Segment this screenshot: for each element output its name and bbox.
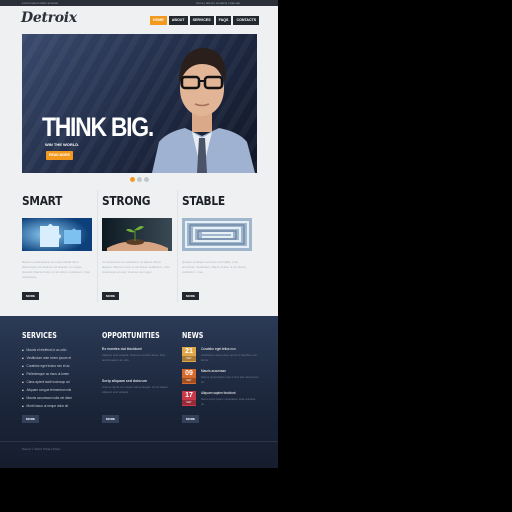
top-bar-left-text: Lorem ipsum dolor sit amet [22, 1, 59, 5]
news-item: 17 MAY Aliquam sapien tincidunt Nemo eni… [182, 391, 262, 407]
footer-opportunities: OPPORTUNITIES Ex montes dui tincidunt Al… [102, 331, 174, 394]
opportunity-item: Ex montes dui tincidunt Aliquam erat vol… [102, 347, 172, 363]
feature-title: STABLE [182, 193, 225, 208]
logo[interactable]: Detroix [21, 10, 77, 26]
news-item: 21 MAY Curabitur eget tellus non Vestibu… [182, 347, 262, 363]
news-date-badge: 09 MAY [182, 369, 196, 384]
slider-dot-3[interactable] [144, 177, 149, 182]
services-link[interactable]: Vestibulum ante lorem ipsum et [22, 354, 84, 362]
services-more-button[interactable]: MORE [22, 415, 39, 423]
services-link[interactable]: Morbi lacus ut neque dolor sit [22, 402, 84, 410]
feature-title: STRONG [102, 193, 151, 208]
opportunity-heading[interactable]: Scrip aliquam sed dolorum [102, 379, 172, 383]
news-month: MAY [182, 378, 196, 383]
nav-contacts[interactable]: Contacts [233, 16, 260, 25]
footer-opportunities-title: OPPORTUNITIES [102, 331, 160, 340]
news-heading[interactable]: Aliquam sapien tincidunt [201, 391, 236, 395]
page: Lorem ipsum dolor sit amet home | about … [0, 0, 278, 468]
top-bar-links[interactable]: home | about | contacts | sitemap [196, 1, 240, 5]
slider-dot-1[interactable] [130, 177, 135, 182]
slider-pagination [130, 177, 149, 182]
feature-smart: SMART Mauris et pellentesque ac neque bl… [22, 193, 94, 279]
feature-text: Ut consectetur leo vestibulum vel alique… [102, 260, 170, 274]
news-date-badge: 21 MAY [182, 347, 196, 362]
maze-image [182, 218, 252, 251]
strong-more-button[interactable]: MORE [102, 292, 119, 300]
opportunity-text: Cras ac ligula nec neque varius feugiat.… [102, 385, 169, 394]
main-nav: Home About Services Faqs Contacts [150, 16, 260, 25]
feature-strong: STRONG Ut consectetur leo vestibulum vel… [102, 193, 174, 274]
news-date-badge: 17 MAY [182, 391, 196, 406]
smart-more-button[interactable]: MORE [22, 292, 39, 300]
news-month: MAY [182, 356, 196, 361]
news-day: 17 [185, 392, 193, 399]
news-day: 09 [185, 370, 193, 377]
news-month: MAY [182, 400, 196, 405]
feature-stable: STABLE Quisque at aliquet nec lorem at f… [182, 193, 254, 274]
news-heading[interactable]: Curabitur eget tellus non [201, 347, 236, 351]
seedling-hands-image [102, 218, 172, 251]
services-link[interactable]: Class aptent taciti sociosqu ad [22, 378, 84, 386]
opportunity-text: Aliquam erat volutpat. Vivamus at tellus… [102, 353, 166, 362]
feature-text: Mauris et pellentesque ac neque blandit … [22, 260, 90, 279]
slider-dot-2[interactable] [137, 177, 142, 182]
footer-news-title: NEWS [182, 331, 204, 340]
news-text: Sed ut perspiciatis unde omnis iste natu… [201, 375, 259, 384]
top-bar: Lorem ipsum dolor sit amet home | about … [0, 0, 278, 6]
news-day: 21 [185, 348, 193, 355]
column-divider [97, 190, 98, 302]
opportunity-item: Scrip aliquam sed dolorum Cras ac ligula… [102, 379, 172, 395]
services-link[interactable]: Curabitur eget lectus nec et ac [22, 362, 84, 370]
footer-news: NEWS 21 MAY Curabitur eget tellus non Ve… [182, 331, 262, 406]
opportunity-heading[interactable]: Ex montes dui tincidunt [102, 347, 172, 351]
news-text: Vestibulum ante ipsum primis in faucibus… [201, 353, 257, 362]
read-more-button[interactable]: READ MORE [46, 151, 73, 160]
footer-services: SERVICES Mauris et eleifend ut ac odio V… [22, 331, 92, 408]
nav-faqs[interactable]: Faqs [215, 16, 232, 25]
feature-text: Quisque at aliquet nec lorem at fringill… [182, 260, 247, 274]
services-link[interactable]: Mauris accumsan nulla vel diam [22, 394, 84, 402]
hero-man-photo [152, 48, 255, 173]
column-divider [177, 190, 178, 302]
footer-services-title: SERVICES [22, 331, 57, 340]
copyright-text: Detroix © 2013 | Privacy Policy [22, 447, 61, 451]
services-list: Mauris et eleifend ut ac odio Vestibulum… [22, 346, 84, 410]
hero-slider: THINK BIG. WIN THE WORLD. READ MORE [22, 34, 257, 173]
puzzle-image [22, 218, 92, 251]
news-text: Nemo enim ipsam voluptatem quia voluptas… [201, 397, 256, 406]
nav-services[interactable]: Services [189, 16, 214, 25]
news-item: 09 MAY Mauris accumsan Sed ut perspiciat… [182, 369, 262, 385]
hero-subtitle: WIN THE WORLD. [45, 142, 80, 147]
opportunities-more-button[interactable]: MORE [102, 415, 119, 423]
news-more-button[interactable]: MORE [182, 415, 199, 423]
services-link[interactable]: Aliquam congue fermentum nisl [22, 386, 84, 394]
services-link[interactable]: Mauris et eleifend ut ac odio [22, 346, 84, 354]
services-link[interactable]: Pellentesque ac risus ut lorem [22, 370, 84, 378]
feature-title: SMART [22, 193, 63, 208]
nav-about[interactable]: About [168, 16, 188, 25]
footer-divider [0, 441, 278, 442]
hero-title: THINK BIG. [42, 112, 154, 142]
news-heading[interactable]: Mauris accumsan [201, 369, 226, 373]
stable-more-button[interactable]: MORE [182, 292, 199, 300]
nav-home[interactable]: Home [150, 16, 167, 25]
